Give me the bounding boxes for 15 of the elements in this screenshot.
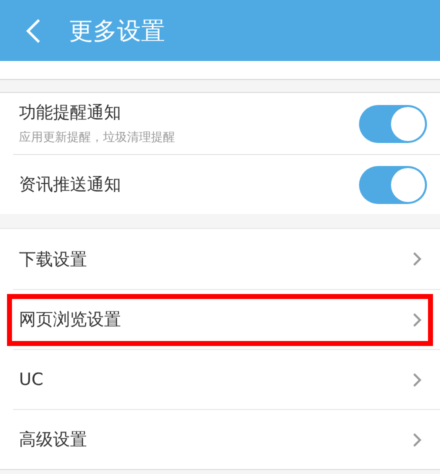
- setting-description: 应用更新提醒，垃圾清理提醒: [19, 129, 175, 146]
- page-title: 更多设置: [69, 16, 165, 46]
- settings-row[interactable]: 下载设置: [13, 229, 440, 289]
- chevron-icon: [412, 312, 422, 328]
- settings-row[interactable]: 高级设置: [13, 409, 440, 469]
- settings-row[interactable]: UC: [13, 349, 440, 409]
- chevron-icon: [412, 251, 422, 267]
- chevron-icon: [412, 432, 422, 448]
- setting-label: 功能提醒通知: [19, 102, 122, 124]
- setting-label: 资讯推送通知: [19, 174, 121, 196]
- chevron-icon: [412, 372, 422, 388]
- back-icon[interactable]: [25, 18, 41, 44]
- toggle-switch[interactable]: [359, 166, 427, 204]
- toggle-switch[interactable]: [359, 104, 427, 142]
- settings-row[interactable]: 网页浏览设置: [13, 289, 440, 349]
